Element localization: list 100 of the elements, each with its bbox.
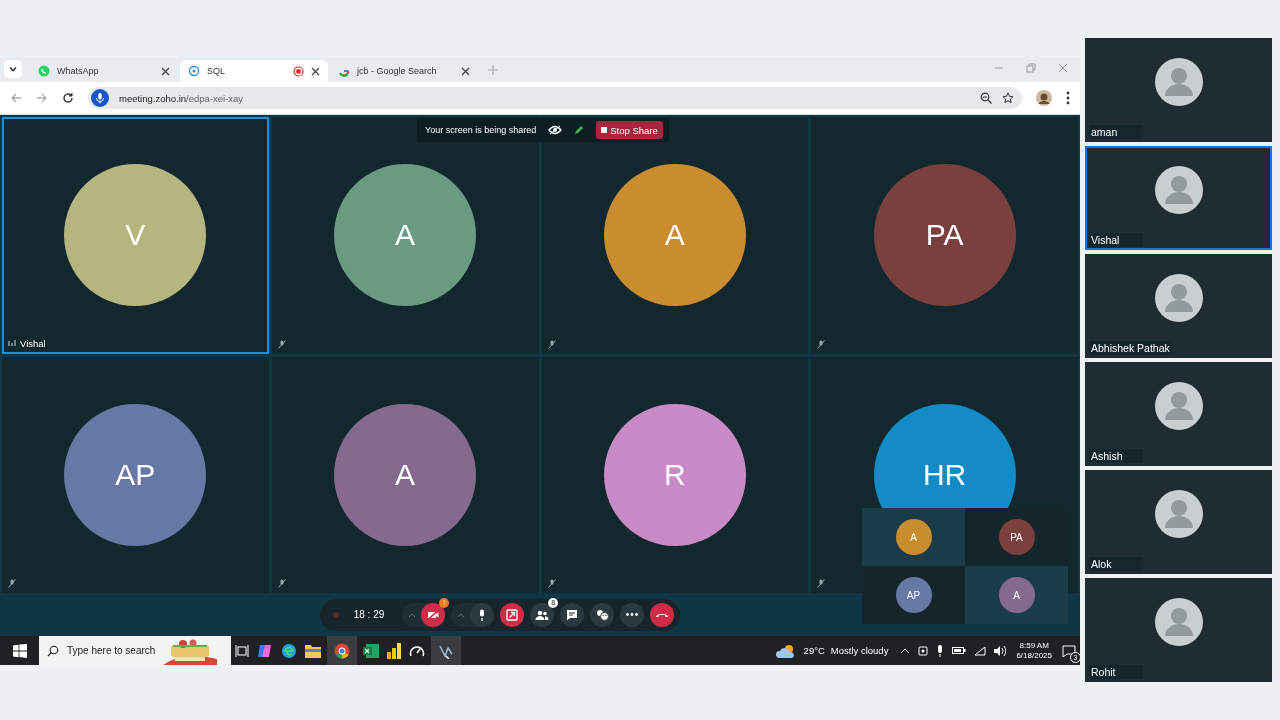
chat-bubble-icon (38, 65, 50, 77)
microphone-button[interactable] (470, 602, 495, 627)
camera-icon (918, 644, 929, 657)
taskbar-search-field[interactable]: Type here to search (39, 636, 231, 665)
recording-dot-icon (331, 610, 340, 619)
tab-title: SQL (207, 66, 226, 76)
chat-button[interactable] (560, 602, 585, 627)
chrome-icon (334, 642, 350, 659)
browser-tab[interactable]: jcb - Google Search (330, 60, 478, 82)
participant-tile[interactable]: Alok (1085, 470, 1272, 574)
star-icon[interactable] (1002, 92, 1014, 104)
participant-name: aman (1089, 125, 1143, 139)
caret-icon[interactable] (457, 611, 466, 618)
reaction-icon (595, 608, 609, 621)
participant-name: Vishal (20, 337, 46, 349)
avatar: PA (998, 519, 1035, 555)
browser-tab[interactable]: SQL (180, 60, 328, 82)
app-taskbar-button[interactable] (431, 636, 461, 665)
edge-icon[interactable] (281, 642, 297, 659)
share-status-text: Your screen is being shared (425, 125, 537, 135)
video-tile[interactable]: A (271, 356, 539, 593)
address-bar[interactable]: meeting.zoho.in/edpa-xei-xay (88, 87, 1022, 109)
close-icon[interactable] (311, 66, 320, 76)
chevron-down-icon (8, 64, 18, 74)
avatar: A (603, 164, 746, 307)
url-text: meeting.zoho.in/edpa-xei-xay (119, 92, 244, 104)
microphone-icon (91, 89, 109, 107)
screen-share-button[interactable] (500, 602, 525, 627)
thumbnail-tile[interactable]: AP (862, 566, 965, 624)
avatar: A (895, 519, 932, 555)
stop-share-button[interactable]: Stop Share (596, 121, 663, 139)
participant-tile[interactable]: Vishal (1085, 146, 1272, 250)
avatar: A (998, 577, 1035, 613)
participant-tile[interactable]: Ashish (1085, 362, 1272, 466)
zoom-icon[interactable] (980, 92, 992, 104)
eye-icon[interactable] (548, 125, 563, 135)
avatar: AP (64, 403, 207, 546)
participant-name: Ashish (1089, 449, 1143, 463)
person-placeholder-icon (1154, 58, 1203, 106)
avatar: PA (873, 164, 1016, 307)
speedometer-icon[interactable] (409, 643, 425, 658)
thumbnail-tile[interactable]: PA (965, 508, 1068, 566)
date-text: 6/18/2025 (1016, 650, 1052, 661)
people-icon (535, 609, 550, 620)
video-tile[interactable]: PA (811, 117, 1078, 354)
participant-name: Abhishek Pathak (1089, 341, 1172, 355)
reactions-button[interactable] (590, 602, 615, 627)
more-button[interactable] (620, 602, 645, 627)
hang-up-icon (655, 611, 670, 618)
microphone-icon (478, 608, 487, 621)
clock[interactable]: 8:59 AM 6/18/2025 (1016, 640, 1052, 661)
copilot-icon[interactable] (257, 642, 273, 659)
menu-icon[interactable] (1066, 91, 1070, 105)
avatar: A (334, 164, 477, 307)
participant-name: Alok (1089, 557, 1143, 571)
temperature-text: 29°C (803, 645, 825, 656)
microphone-icon (936, 644, 945, 657)
participant-tile[interactable]: aman (1085, 38, 1272, 142)
pencil-icon[interactable] (574, 125, 585, 135)
bar-chart-icon[interactable] (387, 642, 401, 659)
participant-name: Rohit (1089, 665, 1143, 679)
browser-tab[interactable]: WhatsApp (30, 60, 178, 82)
windows-start-icon[interactable] (13, 643, 27, 658)
spreadsheet-icon[interactable] (363, 642, 379, 659)
cloud-sun-icon (775, 643, 796, 658)
avatar: A (334, 403, 477, 546)
close-icon[interactable] (461, 66, 470, 76)
screen-share-icon (506, 608, 519, 621)
notification-icon (1062, 644, 1076, 657)
reload-icon[interactable] (62, 92, 74, 104)
avatar: AP (895, 577, 932, 613)
video-off-icon (427, 609, 440, 620)
participant-tile[interactable]: Abhishek Pathak (1085, 254, 1272, 358)
caret-icon[interactable] (408, 611, 417, 618)
chevron-up-icon[interactable] (900, 647, 911, 654)
video-tile[interactable]: V Vishal (2, 117, 269, 354)
battery-icon (952, 646, 967, 655)
close-icon[interactable] (161, 66, 170, 76)
participant-tile[interactable]: Rohit (1085, 578, 1272, 682)
end-call-button[interactable] (650, 602, 675, 627)
person-placeholder-icon (1154, 598, 1203, 646)
participant-name: Vishal (1089, 233, 1143, 247)
volume-icon[interactable] (994, 645, 1007, 656)
video-tile[interactable]: AP (2, 356, 269, 593)
avatar: V (64, 164, 207, 307)
folder-icon[interactable] (305, 643, 321, 658)
call-timer: 18 : 29 (353, 609, 385, 620)
task-view-icon[interactable] (235, 643, 249, 658)
person-placeholder-icon (1154, 274, 1203, 322)
time-text: 8:59 AM (1019, 640, 1049, 651)
avatar-icon[interactable] (1036, 90, 1052, 106)
more-icon (626, 613, 639, 616)
search-icon (47, 644, 59, 657)
person-placeholder-icon (1154, 490, 1203, 538)
tab-title: WhatsApp (57, 66, 100, 76)
wifi-icon (974, 645, 987, 656)
person-placeholder-icon (1154, 166, 1203, 214)
chrome-taskbar-button[interactable] (327, 636, 357, 665)
thumbnail-tile[interactable]: A (965, 566, 1068, 624)
tab-search-button[interactable] (4, 60, 22, 78)
